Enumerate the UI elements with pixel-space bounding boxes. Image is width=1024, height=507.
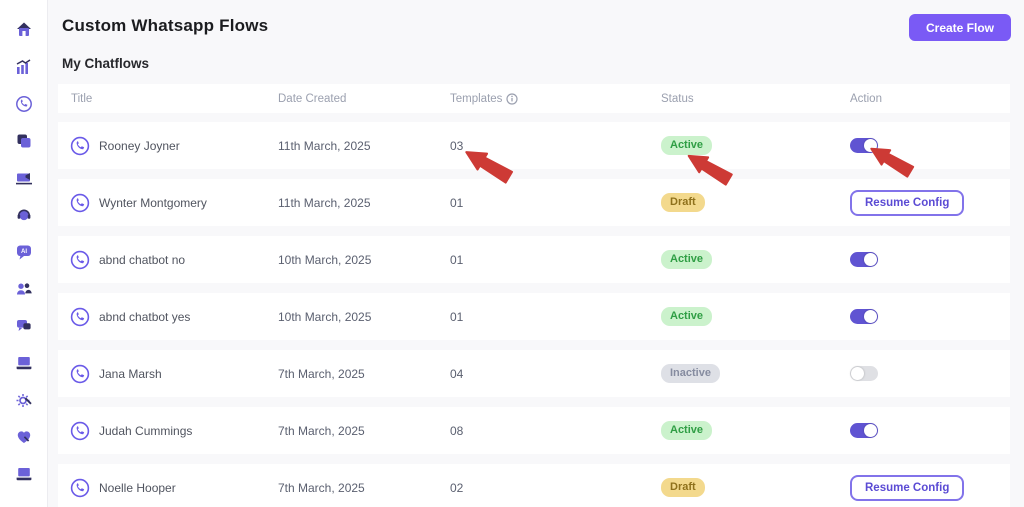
whatsapp-row-icon [70, 193, 90, 213]
date-created: 7th March, 2025 [278, 366, 365, 381]
sidebar-item-analytics[interactable] [0, 48, 48, 85]
whatsapp-icon [15, 95, 32, 112]
analytics-icon [16, 58, 30, 74]
sidebar: AI [0, 0, 48, 507]
toggle-knob [864, 310, 877, 323]
info-icon[interactable] [506, 92, 519, 105]
toggle-knob [864, 424, 877, 437]
templates-count: 08 [450, 423, 464, 438]
chatflow-title: Wynter Montgomery [99, 195, 207, 210]
chatflows-table: Title Date Created Templates Status Acti… [58, 84, 1010, 507]
flow-toggle[interactable] [850, 252, 878, 267]
templates-count: 04 [450, 366, 464, 381]
sidebar-item-campaign[interactable] [0, 159, 48, 196]
care-heart-icon [17, 430, 30, 443]
toggle-knob [864, 139, 877, 152]
sidebar-item-ai-chat[interactable]: AI [0, 233, 48, 270]
date-created: 11th March, 2025 [278, 195, 371, 210]
sidebar-item-laptop2[interactable] [0, 455, 48, 492]
whatsapp-row-icon [70, 364, 90, 384]
resume-config-button[interactable]: Resume Config [850, 189, 965, 216]
support-headset-icon [17, 209, 30, 220]
chatflow-title: abnd chatbot no [99, 252, 186, 267]
templates-count: 03 [450, 138, 464, 153]
sidebar-item-support-headset[interactable] [0, 196, 48, 233]
table-row: abnd chatbot yes 10th March, 2025 01 Act… [58, 293, 1010, 340]
column-header-title: Title [71, 92, 93, 105]
status-badge: Active [661, 307, 713, 326]
whatsapp-row-icon [70, 478, 90, 498]
column-header-status: Status [661, 92, 694, 105]
ai-chat-icon: AI [16, 245, 31, 259]
table-row: Rooney Joyner 11th March, 2025 03 Active [58, 122, 1010, 169]
toggle-knob [864, 253, 877, 266]
status-badge: Draft [661, 193, 705, 212]
templates-count: 01 [450, 309, 464, 324]
settings-icon [16, 393, 32, 407]
sidebar-item-settings[interactable] [0, 381, 48, 418]
resume-config-button[interactable]: Resume Config [850, 474, 965, 501]
table-row: Wynter Montgomery 11th March, 2025 01 Dr… [58, 179, 1010, 226]
laptop2-icon [16, 467, 31, 480]
team-icon [16, 282, 32, 294]
flow-toggle[interactable] [850, 138, 878, 153]
sidebar-item-conversations[interactable] [0, 307, 48, 344]
flow-toggle[interactable] [850, 423, 878, 438]
whatsapp-row-icon [70, 421, 90, 441]
table-row: Noelle Hooper 7th March, 2025 02 Draft R… [58, 464, 1010, 507]
chatflow-title: Rooney Joyner [99, 138, 180, 153]
chatflow-title: Jana Marsh [99, 366, 162, 381]
chatflow-title: Judah Cummings [99, 423, 193, 438]
status-badge: Active [661, 136, 713, 155]
column-header-templates: Templates [450, 93, 661, 105]
home-icon [16, 22, 31, 36]
whatsapp-row-icon [70, 250, 90, 270]
date-created: 7th March, 2025 [278, 423, 365, 438]
flow-toggle[interactable] [850, 309, 878, 324]
chatflow-title: abnd chatbot yes [99, 309, 191, 324]
main-content: Custom Whatsapp Flows Create Flow My Cha… [48, 0, 1024, 507]
sidebar-item-laptop[interactable] [0, 344, 48, 381]
column-header-templates-label: Templates [450, 92, 503, 105]
chat-templates-icon [17, 134, 30, 147]
date-created: 10th March, 2025 [278, 252, 372, 267]
campaign-icon [15, 172, 32, 184]
sidebar-item-home[interactable] [0, 11, 48, 48]
sidebar-item-care-heart[interactable] [0, 418, 48, 455]
templates-count: 01 [450, 252, 464, 267]
status-badge: Draft [661, 478, 705, 497]
table-row: Judah Cummings 7th March, 2025 08 Active [58, 407, 1010, 454]
create-flow-button[interactable]: Create Flow [908, 14, 1011, 41]
whatsapp-row-icon [70, 136, 90, 156]
column-header-date-created: Date Created [278, 92, 347, 105]
page-title: Custom Whatsapp Flows [62, 16, 269, 35]
status-badge: Active [661, 250, 713, 269]
conversations-icon [16, 319, 31, 331]
whatsapp-row-icon [70, 307, 90, 327]
laptop-icon [16, 356, 31, 369]
templates-count: 02 [450, 480, 464, 495]
date-created: 10th March, 2025 [278, 309, 372, 324]
status-badge: Active [661, 421, 713, 440]
flow-toggle[interactable] [850, 366, 878, 381]
sidebar-item-chat-templates[interactable] [0, 122, 48, 159]
table-row: Jana Marsh 7th March, 2025 04 Inactive [58, 350, 1010, 397]
templates-count: 01 [450, 195, 464, 210]
status-badge: Inactive [661, 364, 720, 383]
section-title: My Chatflows [62, 56, 150, 71]
sidebar-item-team[interactable] [0, 270, 48, 307]
table-header-row: Title Date Created Templates Status Acti… [58, 84, 1010, 113]
table-row: abnd chatbot no 10th March, 2025 01 Acti… [58, 236, 1010, 283]
date-created: 7th March, 2025 [278, 480, 365, 495]
svg-text:AI: AI [21, 249, 27, 255]
chatflow-title: Noelle Hooper [99, 480, 176, 495]
sidebar-item-whatsapp[interactable] [0, 85, 48, 122]
column-header-action: Action [850, 92, 882, 105]
toggle-knob [851, 367, 864, 380]
date-created: 11th March, 2025 [278, 138, 371, 153]
